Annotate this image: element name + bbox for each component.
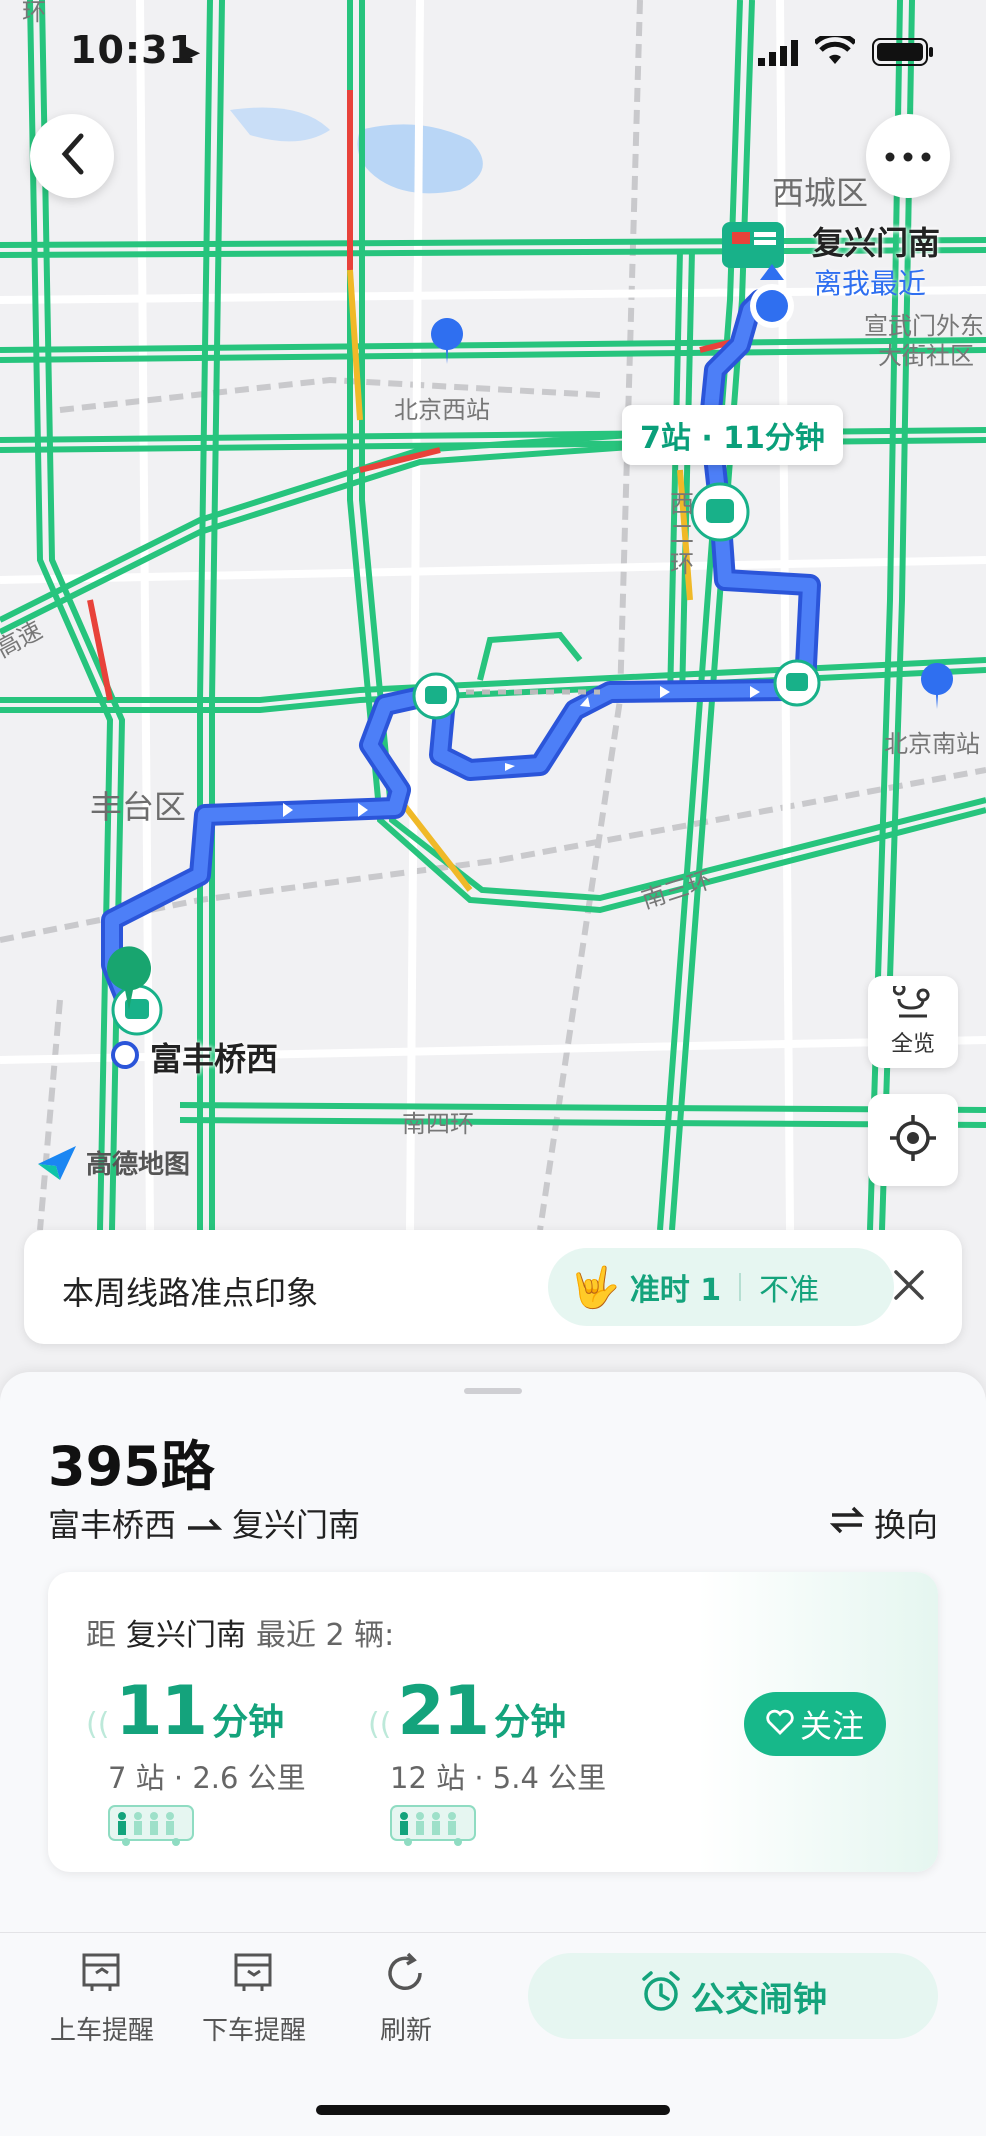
destination-label: 复兴门南 [812, 224, 941, 262]
route-from: 富丰桥西 [48, 1506, 177, 1544]
refresh-button[interactable]: 刷新 [336, 1951, 476, 2047]
arrival-2: (( 21 分钟 12 站 · 5.4 公里 [368, 1672, 606, 1851]
arrival-card: 距复兴门南 最近 2 辆: (( 11 分钟 7 站 · 2.6 公里 (( 21… [48, 1572, 938, 1872]
alight-reminder-button[interactable]: 下车提醒 [184, 1951, 324, 2047]
alight-reminder-label: 下车提醒 [201, 2016, 306, 2046]
signal-wave-icon: (( [86, 1707, 110, 1742]
punctuality-pill: 🤟 准时 1 不准 [548, 1248, 894, 1326]
follow-label: 关注 [799, 1707, 864, 1745]
overview-button[interactable]: 全览 [868, 976, 958, 1068]
status-bar: 10:31 ➤ [0, 0, 986, 110]
close-icon[interactable] [892, 1268, 926, 1306]
amap-logo-icon [38, 1146, 76, 1180]
arrival-heading: 距复兴门南 最近 2 辆: [86, 1610, 394, 1654]
swap-direction-button[interactable]: 换向 [829, 1500, 938, 1546]
swap-label: 换向 [873, 1506, 938, 1544]
arrival-1-detail: 7 站 · 2.6 公里 [108, 1761, 306, 1795]
overview-label: 全览 [890, 1032, 935, 1057]
not-on-time-button[interactable]: 不准 [759, 1265, 819, 1309]
route-direction: 富丰桥西 复兴门南 [48, 1500, 360, 1546]
more-button[interactable] [866, 114, 950, 198]
bus-alarm-label: 公交闹钟 [691, 1979, 827, 2020]
map-label-ring2-c: 环 [670, 550, 694, 578]
wifi-icon [813, 32, 857, 70]
signal-wave-icon: (( [368, 1707, 392, 1742]
map-label-beijing-south: 北京南站 [884, 730, 980, 758]
board-reminder-button[interactable]: 上车提醒 [32, 1951, 172, 2047]
board-reminder-label: 上车提醒 [49, 2016, 154, 2046]
more-dots-icon [885, 147, 931, 166]
district-label-xicheng: 西城区 [772, 174, 869, 212]
signal-icon [758, 40, 802, 70]
arrival-2-detail: 12 站 · 5.4 公里 [390, 1761, 607, 1795]
amap-logo: 高德地图 [36, 1142, 190, 1182]
bus-crowd-icon [108, 1805, 306, 1851]
origin-label: 富丰桥西 [150, 1040, 279, 1078]
map-label-fourth-ring: 南四环 [402, 1110, 474, 1138]
sheet-grabber[interactable] [464, 1388, 522, 1394]
swap-arrows-icon [829, 1504, 865, 1542]
arrival-1: (( 11 分钟 7 站 · 2.6 公里 [86, 1672, 306, 1851]
route-name: 395路 [48, 1435, 215, 1498]
route-to: 复兴门南 [232, 1506, 361, 1544]
arrival-stop: 复兴门南 [126, 1618, 246, 1653]
on-time-button[interactable]: 准时 1 [630, 1265, 721, 1309]
arrival-2-minutes: 21 [397, 1672, 490, 1751]
map-view[interactable]: 10:31 ➤ 环 西城区 复兴门南 离我最近 宣武门外东 大街社区 北京西站 … [0, 0, 986, 1420]
distance-prefix: 距 [86, 1618, 116, 1653]
back-button[interactable] [30, 114, 114, 198]
refresh-icon [382, 1951, 430, 2002]
nearest-label: 离我最近 [814, 267, 927, 300]
locate-button[interactable] [868, 1094, 958, 1186]
arrival-1-unit: 分钟 [212, 1702, 285, 1743]
location-arrow-icon: ➤ [178, 36, 202, 69]
arrow-right-icon [186, 1504, 223, 1542]
arrival-2-unit: 分钟 [494, 1702, 567, 1743]
hand-emoji-icon: 🤟 [570, 1264, 620, 1311]
bus-crowd-icon [390, 1805, 606, 1851]
locate-target-icon [888, 1113, 938, 1167]
home-indicator[interactable] [316, 2105, 670, 2115]
punctuality-card: 本周线路准点印象 🤟 准时 1 不准 [24, 1230, 962, 1344]
route-overview-icon [892, 982, 933, 1024]
map-label-ring: 环 [22, 0, 46, 26]
map-label-beijing-west: 北京西站 [394, 396, 490, 424]
chevron-left-icon [57, 132, 87, 180]
alight-bus-icon [230, 1951, 278, 2002]
refresh-label: 刷新 [379, 2016, 432, 2046]
follow-button[interactable]: 关注 [744, 1692, 886, 1756]
arrival-1-minutes: 11 [115, 1672, 208, 1751]
heart-icon [766, 1705, 794, 1743]
battery-icon [872, 38, 934, 70]
distance-suffix: 最近 2 辆: [256, 1618, 395, 1653]
segment-bubble: 7站 · 11分钟 [622, 405, 843, 465]
board-bus-icon [78, 1951, 126, 2002]
amap-logo-text: 高德地图 [86, 1149, 191, 1180]
bus-alarm-button[interactable]: 公交闹钟 [528, 1953, 938, 2039]
map-label-xuanwu-2: 大街社区 [878, 342, 974, 370]
alarm-clock-icon [639, 1970, 683, 2023]
bottom-toolbar: 上车提醒 下车提醒 刷新 公交闹钟 [0, 1932, 986, 2136]
district-label-fengtai: 丰台区 [90, 788, 187, 826]
punctuality-title: 本周线路准点印象 [62, 1274, 319, 1312]
pill-divider [739, 1273, 742, 1301]
